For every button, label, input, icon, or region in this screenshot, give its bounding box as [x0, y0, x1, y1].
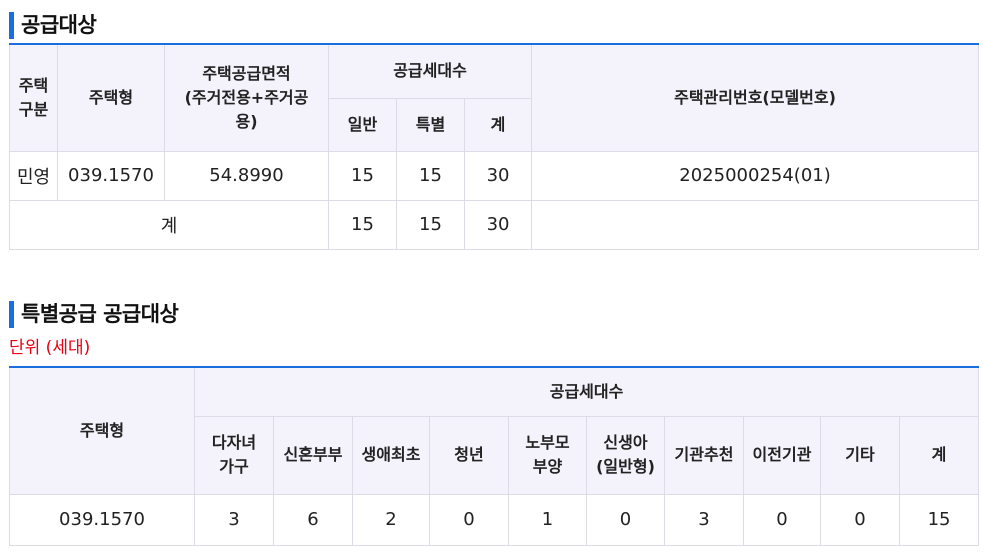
- header-category: 청년: [429, 415, 509, 495]
- header-households: 공급세대수: [327, 43, 533, 99]
- cell-category-count: 3: [194, 493, 274, 546]
- header-general: 일반: [328, 97, 397, 152]
- summary-general: 15: [328, 199, 397, 250]
- header-category: 계: [898, 415, 980, 495]
- cell-category-count: 3: [664, 493, 744, 546]
- header-category: 신혼부부: [273, 415, 353, 495]
- cell-special: 15: [396, 150, 465, 201]
- cell-management-no: 2025000254(01): [531, 150, 980, 201]
- cell-area: 54.8990: [164, 150, 329, 201]
- summary-empty: [531, 199, 980, 250]
- header-category: 이전기관: [743, 415, 821, 495]
- header-house-group: 주택 구분: [9, 43, 58, 152]
- cell-category-count: 0: [429, 493, 509, 546]
- title-accent-bar: [9, 300, 14, 328]
- cell-category-count: 0: [586, 493, 665, 546]
- header-category: 기관추천: [664, 415, 744, 495]
- cell-house-type: 039.1570: [57, 150, 165, 201]
- cell-category-count: 0: [743, 493, 821, 546]
- title-accent-bar: [9, 11, 14, 39]
- cell-category-count: 0: [820, 493, 900, 546]
- summary-special: 15: [396, 199, 465, 250]
- header-category: 신생아 (일반형): [586, 415, 665, 495]
- header-management-no: 주택관리번호(모델번호): [531, 43, 980, 152]
- summary-row: 계 15 15 30: [9, 199, 980, 250]
- header-households: 공급세대수: [193, 366, 980, 417]
- header-category: 다자녀 가구: [194, 415, 274, 495]
- section-title-special-supply: 특별공급 공급대상: [9, 299, 179, 329]
- header-category: 생애최초: [352, 415, 430, 495]
- header-house-type: 주택형: [9, 366, 195, 495]
- supply-table: 주택 구분 주택형 주택공급면적 (주거전용+주거공 용) 공급세대수 주택관리…: [9, 43, 980, 250]
- header-category: 기타: [820, 415, 900, 495]
- header-category: 노부모 부양: [508, 415, 587, 495]
- section-title-supply: 공급대상: [9, 10, 97, 40]
- cell-category-count: 6: [273, 493, 353, 546]
- cell-house-type: 039.1570: [9, 493, 195, 546]
- unit-note: 단위 (세대): [9, 338, 91, 358]
- table-row: 039.1570 3 6 2 0 1 0 3 0 0 15: [9, 493, 980, 546]
- cell-category-count: 2: [352, 493, 430, 546]
- cell-general: 15: [328, 150, 397, 201]
- table-row: 민영 039.1570 54.8990 15 15 30 2025000254(…: [9, 150, 980, 201]
- cell-total: 30: [463, 150, 533, 201]
- header-supply-area: 주택공급면적 (주거전용+주거공 용): [164, 43, 329, 152]
- special-supply-table: 주택형 공급세대수 다자녀 가구 신혼부부 생애최초 청년 노부모 부양 신생아 (일반형…: [9, 366, 980, 546]
- summary-label: 계: [9, 199, 329, 250]
- section-title-supply-text: 공급대상: [21, 13, 97, 37]
- cell-group: 민영: [9, 150, 58, 201]
- header-special: 특별: [396, 97, 465, 152]
- summary-total: 30: [463, 199, 533, 250]
- header-total: 계: [463, 97, 533, 152]
- header-house-type: 주택형: [57, 43, 165, 152]
- cell-category-count: 1: [508, 493, 587, 546]
- cell-category-count: 15: [898, 493, 980, 546]
- section-title-special-supply-text: 특별공급 공급대상: [21, 302, 179, 326]
